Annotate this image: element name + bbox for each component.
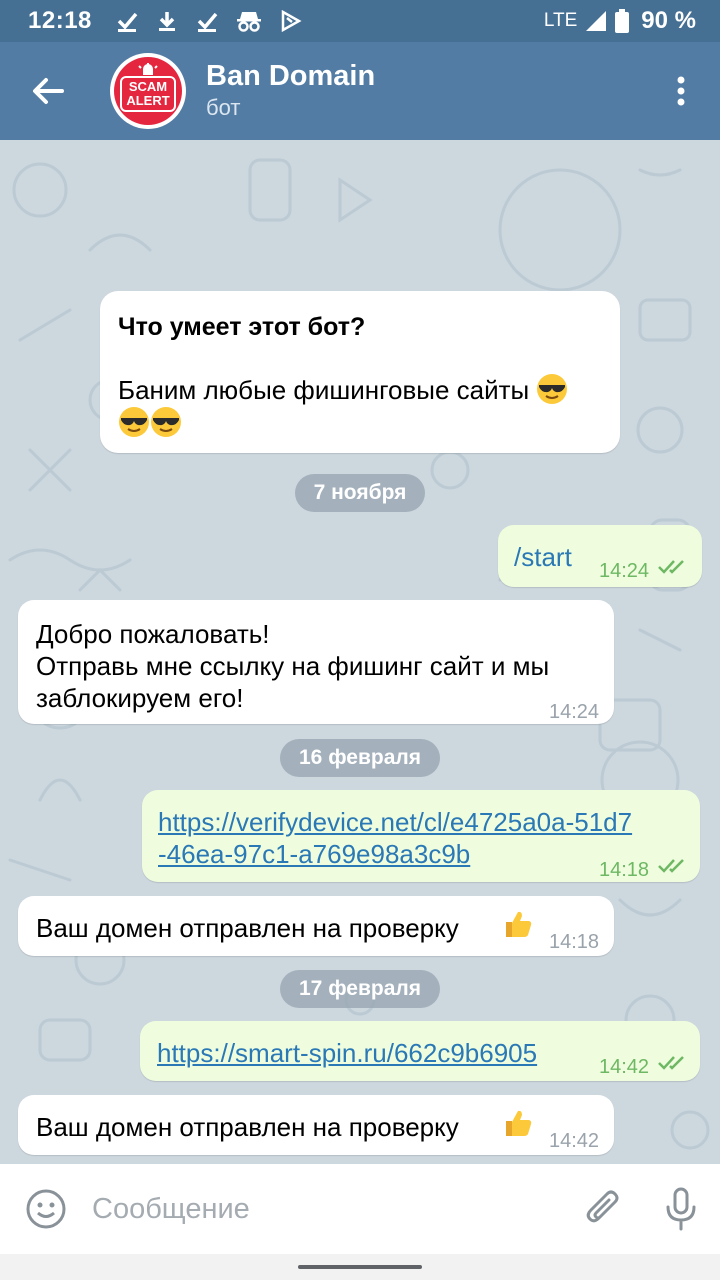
message-outgoing[interactable]: https://verifydevice.net/cl/e4725a0a-51d…	[142, 790, 700, 882]
message-incoming[interactable]: Добро пожаловать! Отправь мне ссылку на …	[18, 600, 614, 724]
message-time: 14:42	[599, 1056, 650, 1078]
command-link[interactable]: /start	[514, 541, 572, 573]
thumbs-up-emoji-icon	[506, 911, 532, 937]
date-separator: 17 февраля	[280, 970, 440, 1008]
attach-button[interactable]	[564, 1164, 642, 1254]
bot-intro-card: Что умеет этот бот? Баним любые фишингов…	[100, 291, 620, 453]
check-download-icon	[197, 12, 218, 32]
avatar[interactable]: SCAM ALERT	[110, 53, 186, 129]
chat-header: SCAM ALERT Ban Domain бот	[0, 42, 720, 140]
more-vertical-icon	[677, 76, 685, 106]
voice-record-button[interactable]	[642, 1164, 720, 1254]
double-check-icon	[658, 859, 684, 873]
double-check-icon	[658, 560, 684, 574]
intro-body: Баним любые фишинговые сайты	[118, 375, 530, 405]
message-time: 14:24	[549, 701, 600, 723]
intro-heading: Что умеет этот бот?	[118, 313, 366, 341]
sunglasses-emoji-icon	[119, 407, 149, 437]
check-download-icon	[117, 12, 138, 32]
notification-icons	[116, 10, 302, 32]
smile-icon	[26, 1189, 66, 1229]
gesture-handle[interactable]	[298, 1265, 422, 1269]
more-menu-button[interactable]	[642, 42, 720, 140]
emoji-button[interactable]	[0, 1164, 92, 1254]
sunglasses-emoji-icon	[537, 374, 568, 404]
scam-alert-logo: SCAM ALERT	[114, 57, 182, 125]
battery-icon	[615, 9, 630, 33]
network-type: LTE	[543, 10, 578, 31]
avatar-text-1: SCAM	[128, 79, 168, 94]
avatar-text-2: ALERT	[126, 93, 170, 108]
arrow-left-icon	[33, 78, 64, 104]
system-status: LTE 90 %	[544, 7, 696, 35]
message-incoming[interactable]: Ваш домен отправлен на проверку 14:18	[18, 896, 614, 956]
sunglasses-emoji-icon	[151, 407, 181, 437]
battery-percent: 90 %	[641, 7, 696, 34]
message-time: 14:24	[599, 560, 650, 582]
message-time: 14:18	[549, 931, 600, 953]
alarm-light-icon	[138, 63, 158, 75]
message-incoming[interactable]: Ваш домен отправлен на проверку 14:42	[18, 1095, 614, 1155]
back-button[interactable]	[0, 42, 96, 140]
message-text: Ваш домен отправлен на проверку	[36, 1112, 459, 1142]
message-input[interactable]: Сообщение	[92, 1193, 564, 1226]
message-line: Добро пожаловать!	[36, 619, 270, 649]
double-check-icon	[658, 1056, 684, 1070]
date-separator: 7 ноября	[295, 474, 425, 512]
chat-title-block[interactable]: Ban Domain бот	[206, 59, 375, 123]
thumbs-up-emoji-icon	[506, 1110, 532, 1136]
message-line: заблокируем его!	[36, 683, 244, 713]
chat-subtitle: бот	[206, 95, 241, 120]
message-composer: Сообщение	[0, 1164, 720, 1254]
message-link[interactable]: -46ea-97c1-a769e98a3c9b	[158, 838, 470, 870]
signal-icon	[586, 11, 607, 31]
play-store-icon	[281, 10, 302, 32]
message-link[interactable]: https://verifydevice.net/cl/e4725a0a-51d…	[158, 806, 632, 838]
message-link[interactable]: https://smart-spin.ru/662c9b6905	[157, 1037, 537, 1069]
intro-body-wrap: Баним любые фишинговые сайты	[118, 373, 613, 439]
chat-title: Ban Domain	[206, 60, 376, 92]
message-time: 14:42	[549, 1130, 600, 1152]
incognito-icon	[236, 12, 261, 32]
microphone-icon	[666, 1187, 696, 1231]
paperclip-icon	[586, 1190, 619, 1223]
status-time: 12:18	[28, 7, 92, 34]
system-nav-bar	[0, 1254, 720, 1280]
date-separator: 16 февраля	[280, 739, 440, 777]
message-time: 14:18	[599, 859, 650, 881]
message-outgoing[interactable]: https://smart-spin.ru/662c9b6905 14:42	[140, 1021, 700, 1081]
message-outgoing[interactable]: /start 14:24	[498, 525, 702, 587]
message-line: Отправь мне ссылку на фишинг сайт и мы	[36, 651, 550, 681]
message-text: Ваш домен отправлен на проверку	[36, 913, 459, 943]
chat-area[interactable]: Что умеет этот бот? Баним любые фишингов…	[0, 140, 720, 1164]
download-icon	[158, 12, 175, 31]
status-bar: 12:18 LTE 90 %	[0, 0, 720, 42]
